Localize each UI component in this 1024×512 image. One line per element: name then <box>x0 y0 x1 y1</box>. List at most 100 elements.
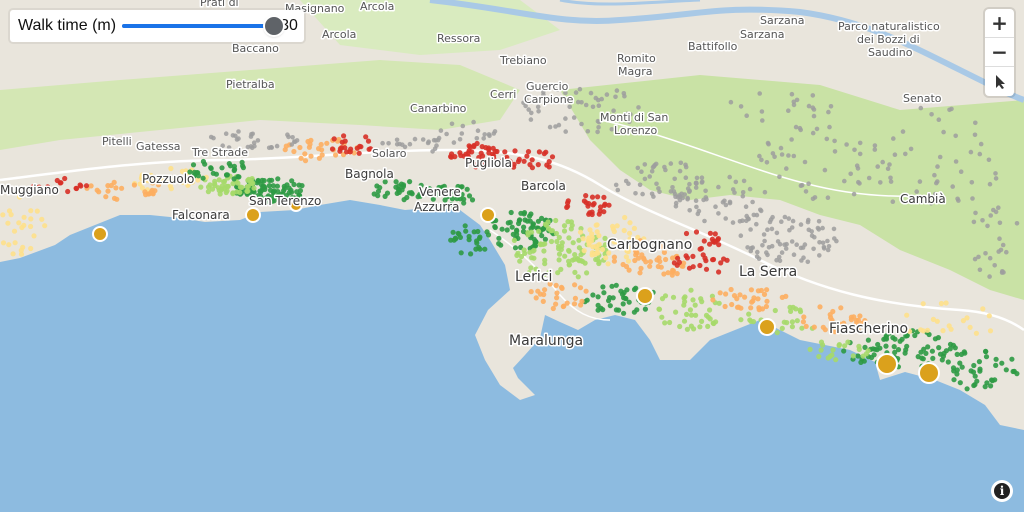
transit-stop-marker[interactable] <box>758 318 776 336</box>
walk-dot <box>972 256 978 262</box>
walk-dot <box>977 366 983 372</box>
walk-dot <box>938 300 945 307</box>
transit-stop-marker[interactable] <box>876 353 898 375</box>
walk-dot <box>670 294 677 300</box>
walk-dot <box>502 149 508 155</box>
walk-dot <box>790 218 796 224</box>
walk-dot <box>394 137 400 143</box>
walk-dot <box>828 104 834 109</box>
walk-dot <box>83 183 90 189</box>
walk-dot <box>623 254 630 260</box>
walk-dot <box>260 184 266 191</box>
walk-dot <box>935 164 940 169</box>
walk-dot <box>951 377 957 383</box>
walk-dot <box>687 208 692 213</box>
walk-dot <box>365 138 372 144</box>
walk-dot <box>596 125 601 130</box>
zoom-out-button[interactable]: − <box>985 38 1014 67</box>
walk-dot <box>659 314 665 320</box>
walk-dot <box>477 234 483 240</box>
walk-dot <box>539 215 545 221</box>
walk-dot <box>554 238 560 245</box>
walk-dot <box>814 126 820 132</box>
walk-dot <box>766 141 771 147</box>
walk-dot <box>677 168 683 174</box>
walk-dot <box>521 158 527 164</box>
map-canvas[interactable]: Prati di Masignano Arcola Sarzana Sarzan… <box>0 0 1024 512</box>
walk-dot <box>811 113 817 119</box>
walk-dot <box>516 220 522 227</box>
walk-dot <box>588 90 594 96</box>
walk-dot <box>810 93 816 98</box>
walk-dot <box>865 337 872 343</box>
transit-stop-marker[interactable] <box>918 362 940 384</box>
walk-dot <box>621 227 627 234</box>
walk-dot <box>883 343 889 349</box>
walk-dot <box>521 210 528 216</box>
walk-dot <box>816 219 822 224</box>
transit-stop-marker[interactable] <box>480 207 496 223</box>
walk-dot <box>461 196 467 202</box>
walk-dot <box>597 208 603 214</box>
walk-dot <box>912 332 918 339</box>
walk-dot <box>696 208 702 214</box>
walk-dot <box>536 109 541 114</box>
walk-dot <box>694 175 700 181</box>
zoom-in-button[interactable]: + <box>985 9 1014 38</box>
walk-dot <box>789 324 796 330</box>
walk-dot <box>918 349 924 355</box>
walk-dot <box>757 153 762 159</box>
walk-dot <box>647 263 653 269</box>
transit-stop-marker[interactable] <box>245 207 261 223</box>
walk-dot <box>730 220 736 225</box>
walk-dot <box>937 154 943 160</box>
walk-dot <box>556 251 563 257</box>
walk-dot <box>239 184 245 190</box>
walk-time-control: Walk time (m) 30 <box>10 10 304 42</box>
walk-dot <box>762 189 768 195</box>
walk-dot <box>742 294 748 300</box>
label-pitelli: Pitelli <box>102 135 132 148</box>
walk-dot <box>798 183 804 188</box>
walk-dot <box>728 99 734 105</box>
walk-dot <box>821 246 827 251</box>
walk-dot <box>987 181 993 187</box>
walk-dot <box>541 151 547 157</box>
walk-dot <box>806 217 811 223</box>
walk-dot <box>746 311 752 317</box>
walk-dot <box>712 231 718 237</box>
walk-time-slider[interactable] <box>122 16 284 36</box>
walk-dot <box>684 311 690 317</box>
walk-dot <box>559 285 565 291</box>
walk-dot <box>595 129 600 135</box>
walk-dot <box>764 287 770 293</box>
walk-dot <box>561 228 568 234</box>
walk-dot <box>558 246 564 253</box>
walk-dot <box>834 238 839 244</box>
walk-dot <box>703 312 710 318</box>
walk-dot <box>923 350 929 356</box>
walk-dot <box>993 176 999 181</box>
walk-dot <box>572 295 579 301</box>
attribution-button[interactable]: i <box>991 480 1013 502</box>
compass-button[interactable] <box>985 67 1014 96</box>
walk-dot <box>471 119 476 125</box>
walk-dot <box>987 274 992 279</box>
walk-dot <box>632 257 638 264</box>
walk-dot <box>509 224 515 230</box>
walk-dot <box>779 294 785 300</box>
slider-thumb[interactable] <box>265 17 284 35</box>
walk-dot <box>932 172 937 178</box>
walk-dot <box>451 140 457 145</box>
walk-dot <box>573 90 579 95</box>
walk-dot <box>848 171 853 177</box>
walk-dot <box>816 227 822 232</box>
walk-dot <box>764 160 770 165</box>
walk-dot <box>200 175 206 181</box>
walk-dot <box>449 121 455 127</box>
walk-dot <box>356 150 362 156</box>
transit-stop-marker[interactable] <box>636 287 654 305</box>
transit-stop-marker[interactable] <box>92 226 108 242</box>
walk-dot <box>482 246 488 252</box>
walk-dot <box>810 130 816 136</box>
